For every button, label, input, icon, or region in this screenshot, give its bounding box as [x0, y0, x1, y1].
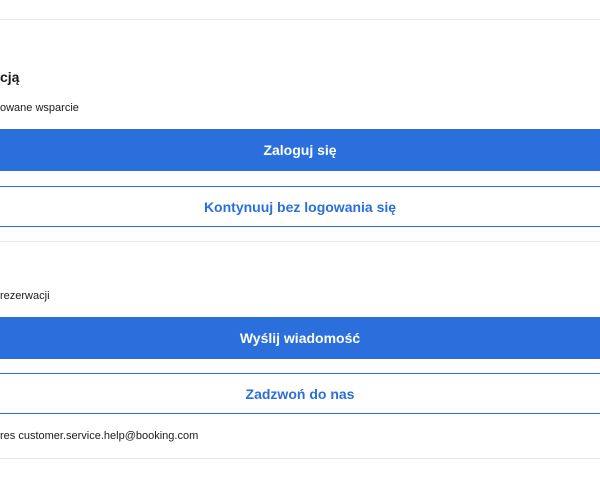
top-divider — [0, 19, 600, 20]
support-page: cją owane wsparcie Zaloguj się Kontynuuj… — [0, 0, 600, 480]
section-divider — [0, 241, 600, 242]
bottom-divider — [0, 458, 600, 459]
email-note: res customer.service.help@booking.com — [0, 430, 199, 442]
continue-without-login-button[interactable]: Kontynuuj bez logowania się — [0, 186, 600, 227]
login-button[interactable]: Zaloguj się — [0, 129, 600, 171]
send-message-button[interactable]: Wyślij wiadomość — [0, 317, 600, 359]
call-us-button[interactable]: Zadzwoń do nas — [0, 373, 600, 414]
section-title: cją — [0, 69, 20, 85]
contact-subtitle: rezerwacji — [0, 290, 50, 302]
section-subtitle: owane wsparcie — [0, 102, 79, 114]
